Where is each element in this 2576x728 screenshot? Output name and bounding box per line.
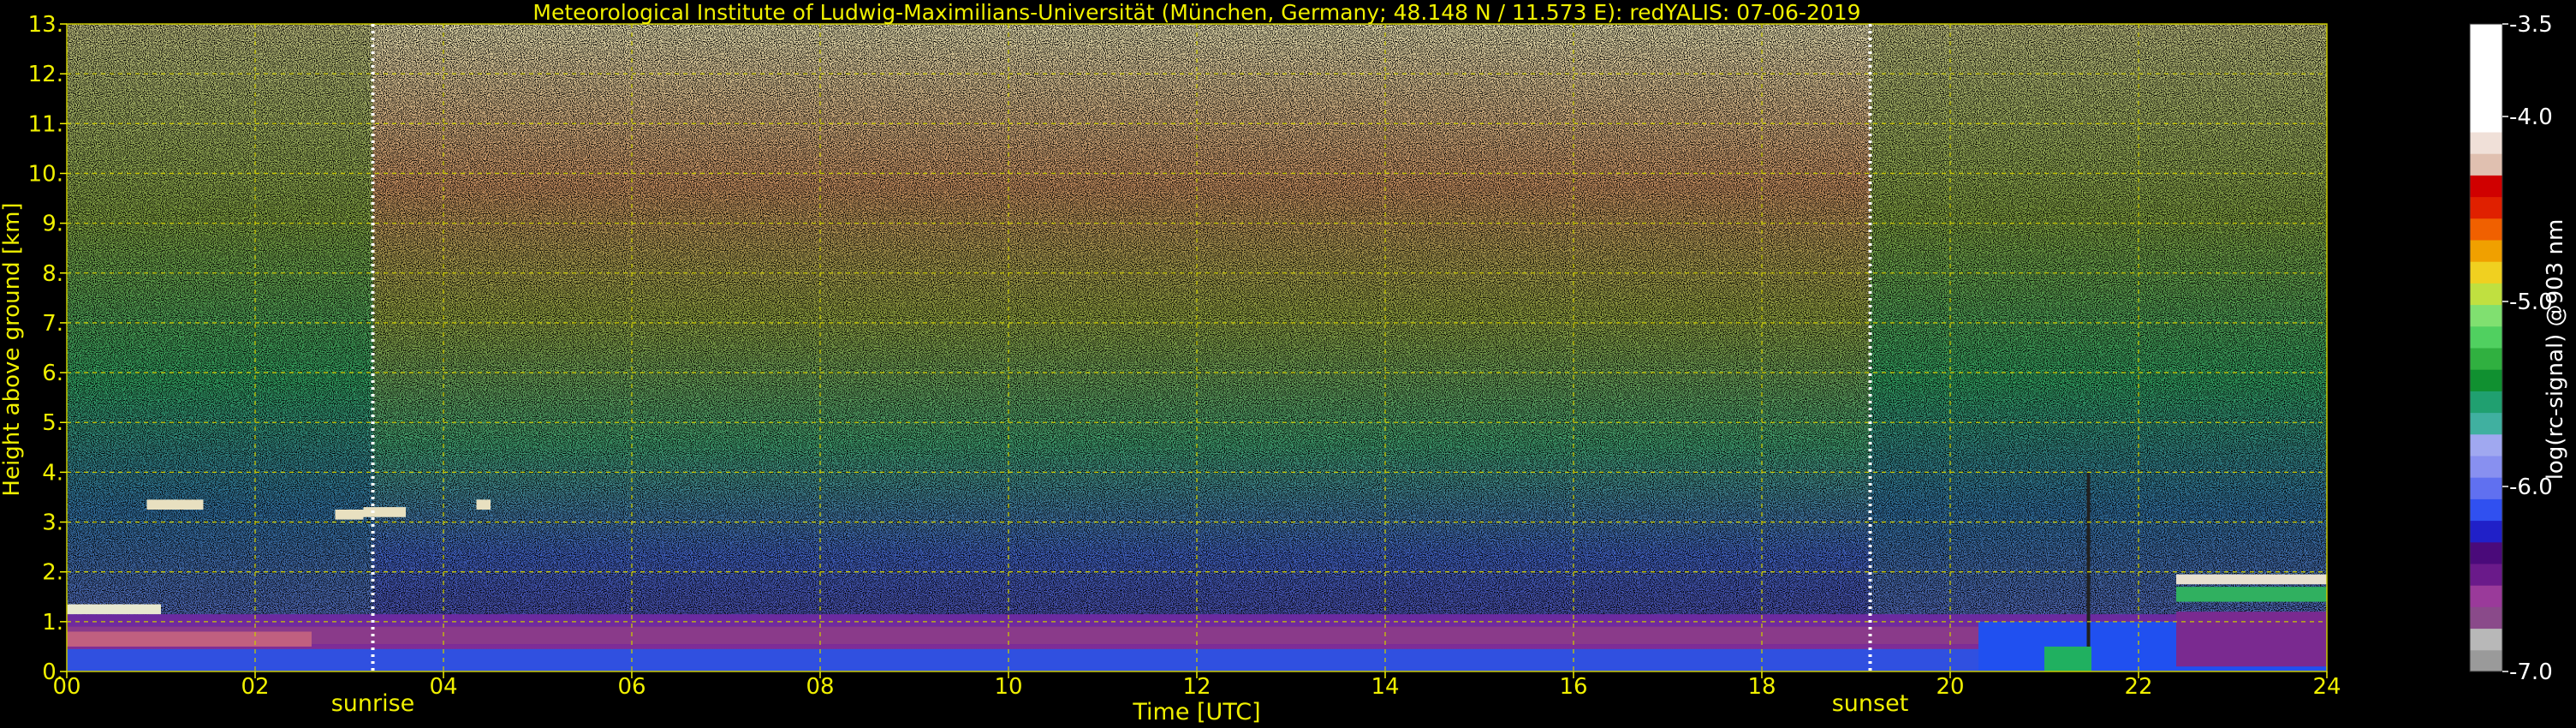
lidar-chart: Meteorological Institute of Ludwig-Maxim… xyxy=(0,0,2568,725)
colorbar-tick-label: -4.0 xyxy=(2509,104,2553,130)
y-tick-label: 6. xyxy=(42,361,63,386)
y-tick-label: 13. xyxy=(28,12,63,38)
colorbar-swatch xyxy=(2470,325,2502,349)
colorbar-swatch xyxy=(2470,283,2502,306)
x-tick-label: 18 xyxy=(1747,674,1776,700)
colorbar-swatch xyxy=(2470,541,2502,564)
x-tick-label: 04 xyxy=(429,674,457,700)
x-tick-label: 00 xyxy=(52,674,80,700)
sunset-label: sunset xyxy=(1832,690,1909,717)
colorbar-swatch xyxy=(2470,153,2502,176)
colorbar-swatch xyxy=(2470,564,2502,586)
colorbar-swatch xyxy=(2470,628,2502,651)
x-tick-label: 08 xyxy=(806,674,834,700)
colorbar-swatch xyxy=(2470,175,2502,198)
x-axis-label: Time [UTC] xyxy=(1132,699,1260,725)
y-tick-label: 8. xyxy=(42,261,63,287)
colorbar-swatch xyxy=(2470,369,2502,391)
x-tick-label: 20 xyxy=(1936,674,1964,700)
y-tick-label: 10. xyxy=(28,161,63,187)
colorbar-swatch xyxy=(2470,45,2502,68)
x-tick-label: 16 xyxy=(1559,674,1587,700)
colorbar-swatch xyxy=(2470,498,2502,522)
colorbar-swatch xyxy=(2470,391,2502,414)
colorbar-swatch xyxy=(2470,304,2502,327)
colorbar-swatch xyxy=(2470,348,2502,370)
x-tick-label: 24 xyxy=(2312,674,2341,700)
colorbar-tick-label: -3.5 xyxy=(2509,12,2553,38)
y-tick-label: 1. xyxy=(42,610,63,636)
colorbar-swatch xyxy=(2470,477,2502,499)
y-tick-label: 12. xyxy=(28,62,63,87)
sunrise-label: sunrise xyxy=(331,690,415,717)
y-tick-label: 7. xyxy=(42,311,63,337)
colorbar-swatch xyxy=(2470,606,2502,630)
y-axis-label: Height above ground [km] xyxy=(0,202,25,496)
y-tick-label: 2. xyxy=(42,560,63,586)
y-tick-label: 9. xyxy=(42,212,63,237)
chart-title: Meteorological Institute of Ludwig-Maxim… xyxy=(532,0,1860,25)
x-tick-label: 12 xyxy=(1182,674,1211,700)
x-tick-label: 02 xyxy=(241,674,269,700)
colorbar-swatch xyxy=(2470,110,2502,133)
x-tick-label: 14 xyxy=(1371,674,1399,700)
colorbar-swatch xyxy=(2470,240,2502,262)
y-tick-label: 11. xyxy=(28,111,63,137)
colorbar-label: log(rc-signal) @903 nm xyxy=(2543,219,2568,480)
colorbar-swatch xyxy=(2470,67,2502,90)
colorbar-swatch xyxy=(2470,520,2502,543)
colorbar-swatch xyxy=(2470,261,2502,283)
colorbar-swatch xyxy=(2470,412,2502,435)
colorbar-swatch xyxy=(2470,132,2502,154)
colorbar-swatch xyxy=(2470,196,2502,219)
x-tick-label: 06 xyxy=(617,674,645,700)
y-tick-label: 5. xyxy=(42,410,63,436)
colorbar-swatch xyxy=(2470,88,2502,111)
y-tick-label: 4. xyxy=(42,460,63,486)
colorbar-swatch xyxy=(2470,433,2502,456)
colorbar-swatch xyxy=(2470,585,2502,607)
colorbar-tick-label: -7.0 xyxy=(2509,659,2553,685)
x-tick-label: 10 xyxy=(994,674,1022,700)
y-tick-label: 3. xyxy=(42,510,63,536)
x-tick-label: 22 xyxy=(2124,674,2152,700)
colorbar-swatch xyxy=(2470,24,2502,46)
colorbar-swatch xyxy=(2470,649,2502,672)
colorbar-swatch xyxy=(2470,456,2502,478)
colorbar-swatch xyxy=(2470,218,2502,241)
